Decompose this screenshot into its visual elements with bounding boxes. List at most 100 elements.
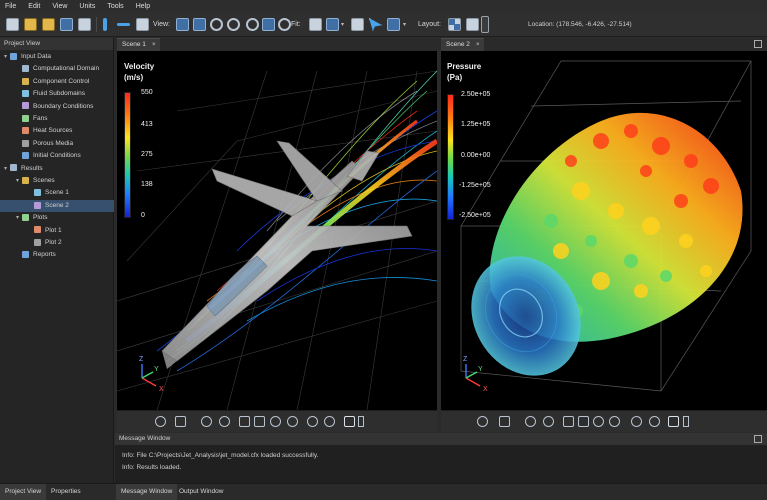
tree-item[interactable]: ▾ Input Data (0, 51, 114, 63)
scene-2-viewport[interactable]: Pressure (Pa) 2.50e+05 1.25e+05 0.00e+00… (441, 51, 767, 410)
axis-icon[interactable] (578, 416, 589, 427)
input-data-icon (10, 52, 17, 60)
menu-help[interactable]: Help (131, 3, 157, 10)
pressure-colorbar-unit: (Pa) (447, 73, 463, 82)
rotate-icon[interactable] (201, 416, 212, 427)
open-folder-icon[interactable] (24, 18, 37, 31)
tree-item[interactable]: ▾ Plots (0, 212, 114, 224)
view-front-icon[interactable] (176, 18, 189, 31)
scene-2-toolbar (441, 410, 767, 432)
magnify-icon[interactable] (324, 416, 335, 427)
tree-item[interactable]: Scene 2 (0, 199, 114, 212)
open-recent-icon[interactable] (42, 18, 55, 31)
table-icon[interactable] (563, 416, 574, 427)
grid-view-icon[interactable] (136, 18, 149, 31)
message-window: Info: File C:\Projects\Jet_Analysis\jet_… (115, 445, 767, 483)
export-icon[interactable] (78, 18, 91, 31)
menu-units[interactable]: Units (74, 3, 102, 10)
maximize-icon[interactable] (754, 40, 762, 48)
zoom-fit-icon[interactable] (210, 18, 223, 31)
probe-tool-icon[interactable] (631, 416, 642, 427)
tab-scene-2[interactable]: Scene 2 × (441, 38, 484, 51)
message-maximize-icon[interactable] (754, 435, 762, 443)
menu-file[interactable]: File (0, 3, 23, 10)
save-icon[interactable] (60, 18, 73, 31)
layout-single-icon[interactable] (466, 18, 479, 31)
pressure-tick: 2.50e+05 (461, 91, 491, 98)
fit-dropdown-icon[interactable]: ▾ (341, 21, 344, 28)
tree-item[interactable]: Component Control (0, 76, 114, 88)
tree-item[interactable]: Porous Media (0, 138, 114, 150)
fan-icon (22, 114, 29, 122)
tree-item[interactable]: Scene 1 (0, 187, 114, 199)
reset-icon[interactable] (287, 416, 298, 427)
zoom-box-icon[interactable] (175, 416, 186, 427)
tree-item[interactable]: ▾ Scenes (0, 175, 114, 187)
menu-view[interactable]: View (47, 3, 74, 10)
tree-item[interactable]: Plot 2 (0, 237, 114, 249)
close-icon[interactable]: × (152, 41, 156, 48)
tree-item[interactable]: Boundary Conditions (0, 101, 114, 113)
select-cursor-icon[interactable] (369, 18, 382, 31)
reset-icon[interactable] (609, 416, 620, 427)
zoom-in-icon[interactable] (270, 416, 281, 427)
menu-tools[interactable]: Tools (102, 3, 130, 10)
velocity-colorbar-unit: (m/s) (124, 73, 144, 82)
tab-properties[interactable]: Properties (46, 484, 86, 500)
zoom-region-icon[interactable] (227, 18, 240, 31)
tab-project-view[interactable]: Project View (0, 484, 47, 500)
probe-icon[interactable] (387, 18, 400, 31)
layout-dropdown-icon[interactable] (481, 16, 489, 33)
tree-item[interactable]: Reports (0, 249, 114, 261)
tree-item[interactable]: ▾ Results (0, 163, 114, 175)
close-icon[interactable]: × (476, 41, 480, 48)
axis-icon[interactable] (254, 416, 265, 427)
zoom-icon[interactable] (219, 416, 230, 427)
zoom-icon[interactable] (543, 416, 554, 427)
zoom-in-icon[interactable] (593, 416, 604, 427)
tab-scene-1[interactable]: Scene 1 × (117, 38, 160, 51)
pan-icon[interactable] (477, 416, 488, 427)
velocity-tick: 0 (141, 212, 145, 219)
layout-grid-icon[interactable] (448, 18, 461, 31)
fit-view-icon[interactable] (668, 416, 679, 427)
table-icon[interactable] (239, 416, 250, 427)
porous-icon (22, 139, 29, 147)
view-top-icon[interactable] (193, 18, 206, 31)
pressure-colorbar (447, 94, 454, 220)
scene-1-viewport[interactable]: Velocity (m/s) 550 413 275 138 0 Z Y X (117, 51, 437, 410)
tree-item[interactable]: Heat Sources (0, 125, 114, 137)
capture-icon[interactable] (351, 18, 364, 31)
fit-all-icon[interactable] (309, 18, 322, 31)
tab-output-window[interactable]: Output Window (174, 484, 228, 500)
toolbar-dropdown-icon[interactable] (683, 416, 689, 427)
probe-tool-icon[interactable] (307, 416, 318, 427)
magnify-icon[interactable] (649, 416, 660, 427)
tree-item[interactable]: Initial Conditions (0, 150, 114, 162)
zoom-box-icon[interactable] (499, 416, 510, 427)
fit-selection-icon[interactable] (326, 18, 339, 31)
velocity-colorbar-title: Velocity (124, 62, 155, 71)
new-file-icon[interactable] (6, 18, 19, 31)
menu-bar: File Edit View Units Tools Help (0, 0, 767, 12)
toolbar-dropdown-icon[interactable] (358, 416, 364, 427)
fit-view-icon[interactable] (344, 416, 355, 427)
tree-item[interactable]: Fluid Subdomains (0, 88, 114, 100)
tree-item[interactable]: Fans (0, 113, 114, 125)
boundary-icon (22, 102, 29, 110)
rotate-icon[interactable] (525, 416, 536, 427)
menu-edit[interactable]: Edit (23, 3, 47, 10)
pan-icon[interactable] (155, 416, 166, 427)
tree-item-label: Fans (33, 115, 48, 122)
probe-dropdown-icon[interactable]: ▾ (403, 21, 406, 28)
pressure-tick: 0.00e+00 (461, 152, 491, 159)
velocity-tick: 275 (141, 151, 153, 158)
horizontal-split-icon[interactable] (117, 23, 130, 26)
tab-message-window[interactable]: Message Window (116, 484, 178, 500)
rotate-view-icon[interactable] (246, 18, 259, 31)
tree-item[interactable]: Computational Domain (0, 63, 114, 75)
view-iso-icon[interactable] (262, 18, 275, 31)
tree-item[interactable]: Plot 1 (0, 225, 114, 237)
vertical-split-icon[interactable] (103, 18, 107, 31)
perspective-icon[interactable] (278, 18, 291, 31)
